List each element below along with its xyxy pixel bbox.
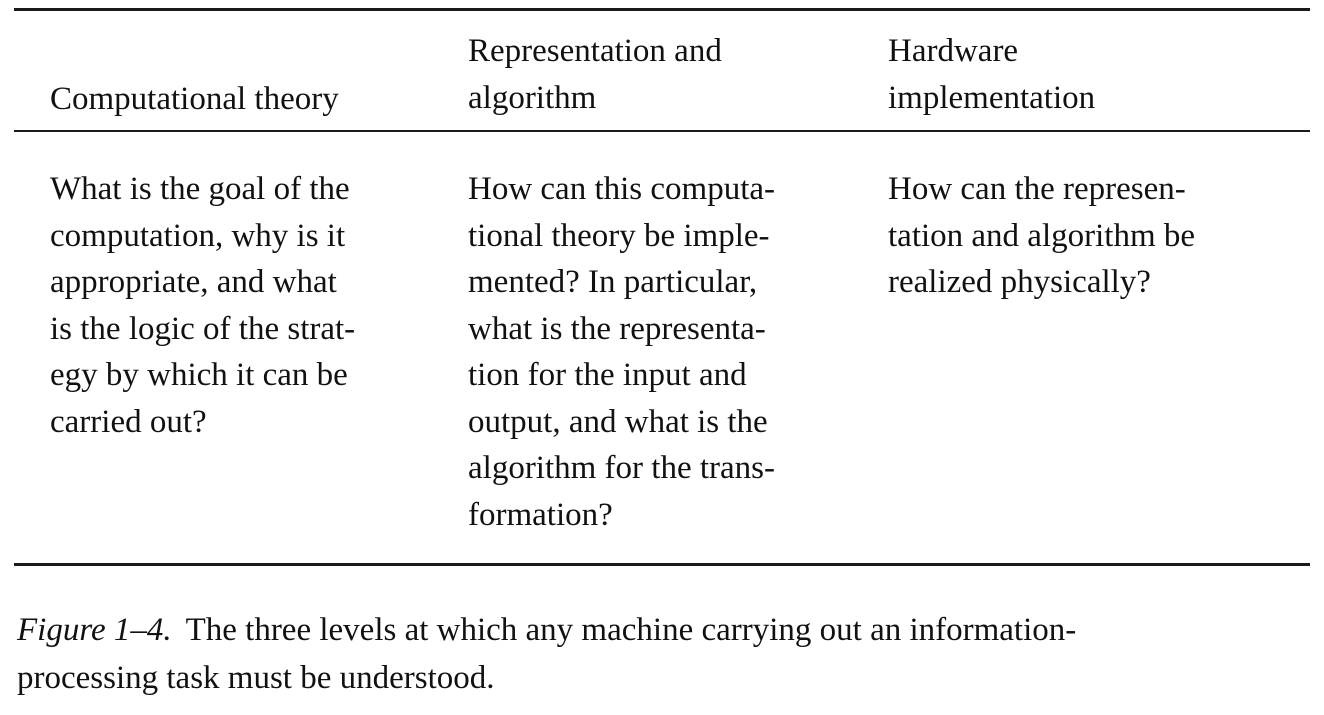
table-header-rule (14, 130, 1310, 132)
column-header-computational-theory: Computational theory (50, 81, 339, 117)
table-bottom-rule (14, 563, 1310, 566)
table-top-rule (14, 8, 1310, 11)
table-cell-hardware-implementation: How can the represen- tation and algorit… (888, 171, 1196, 300)
figure-caption: Figure 1–4. The three levels at which any… (17, 606, 1317, 702)
table-cell-representation-algorithm: How can this computa- tional theory be i… (468, 171, 776, 533)
figure-caption-text: The three levels at which any machine ca… (17, 612, 1077, 696)
column-header-representation-algorithm: Representation and algorithm (468, 33, 722, 116)
table-cell-computational-theory: What is the goal of the computation, why… (50, 171, 356, 440)
figure-label: Figure 1–4. (17, 612, 172, 648)
column-header-hardware-implementation: Hardware implementation (888, 33, 1096, 116)
